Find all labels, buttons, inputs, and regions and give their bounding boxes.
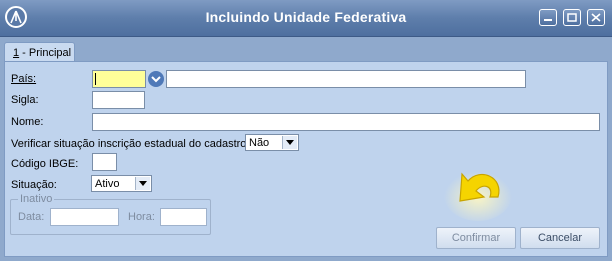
verificar-label: Verificar situação inscrição estadual do… — [11, 138, 250, 150]
pais-lookup-button[interactable] — [148, 71, 164, 87]
situacao-value: Ativo — [95, 178, 120, 190]
close-button[interactable] — [587, 9, 605, 26]
tab-label: 1 - Principal — [13, 47, 72, 59]
pais-code-input[interactable] — [92, 70, 146, 88]
minimize-icon — [544, 19, 552, 21]
cancelar-button[interactable]: Cancelar — [520, 227, 600, 249]
verificar-select[interactable]: Não — [245, 134, 299, 151]
ibge-label: Código IBGE: — [11, 158, 79, 170]
pais-name-input[interactable] — [166, 70, 526, 88]
maximize-button[interactable] — [563, 9, 581, 26]
data-label: Data: — [18, 211, 45, 223]
chevron-down-icon — [286, 140, 294, 145]
minimize-button[interactable] — [539, 9, 557, 26]
sigla-label: Sigla: — [11, 94, 39, 106]
confirmar-button[interactable]: Confirmar — [436, 227, 516, 249]
situacao-label: Situação: — [11, 179, 57, 191]
text-cursor — [95, 73, 96, 85]
dropdown-arrow[interactable] — [135, 177, 150, 190]
window-title: Incluindo Unidade Federativa — [205, 9, 407, 25]
hora-label: Hora: — [128, 211, 155, 223]
dropdown-arrow[interactable] — [282, 136, 297, 149]
nome-label: Nome: — [11, 116, 44, 128]
tab-principal[interactable]: 1 - Principal — [4, 42, 75, 62]
data-input[interactable] — [50, 208, 119, 226]
hora-input[interactable] — [160, 208, 207, 226]
close-icon — [591, 13, 601, 22]
inativo-legend: Inativo — [18, 193, 55, 205]
sigla-input[interactable] — [92, 91, 145, 109]
verificar-value: Não — [249, 137, 270, 149]
situacao-select[interactable]: Ativo — [91, 175, 152, 192]
pais-label: País: — [11, 73, 37, 85]
ibge-input[interactable] — [92, 153, 117, 171]
chevron-down-icon — [151, 76, 161, 83]
title-bar: Incluindo Unidade Federativa — [0, 0, 612, 37]
curved-arrow-icon — [444, 169, 512, 221]
chevron-down-icon — [139, 181, 147, 186]
maximize-icon — [567, 13, 577, 22]
nome-input[interactable] — [92, 113, 600, 131]
